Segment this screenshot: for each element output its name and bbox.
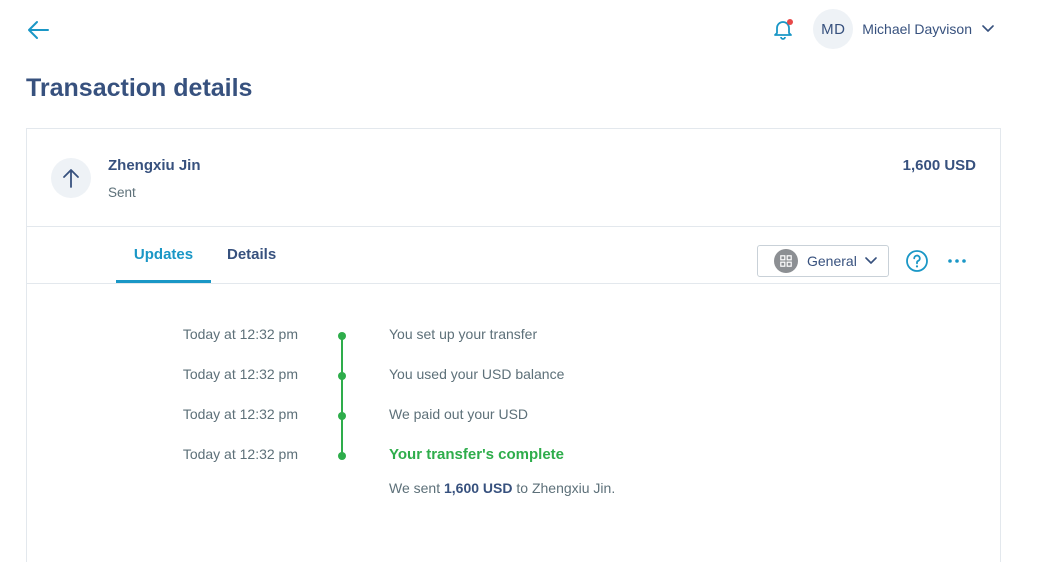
timeline-time: Today at 12:32 pm <box>182 406 298 422</box>
user-name: Michael Dayvison <box>862 21 972 37</box>
header-actions: MD Michael Dayvison <box>769 9 994 49</box>
timeline-text: You used your USD balance <box>389 366 565 382</box>
help-button[interactable] <box>905 249 929 273</box>
timeline-text: We paid out your USD <box>389 406 529 422</box>
sent-direction-icon <box>51 158 91 198</box>
more-dots-icon <box>948 259 966 263</box>
timeline-dot <box>338 412 346 420</box>
chevron-down-icon <box>865 257 877 265</box>
timeline-time: Today at 12:32 pm <box>182 366 298 382</box>
timeline-item: Today at 12:32 pm You set up your transf… <box>27 326 1000 350</box>
tab-bar: Updates Details General <box>27 227 1000 284</box>
question-circle-icon <box>906 250 928 272</box>
tab-updates[interactable]: Updates <box>116 227 211 283</box>
timeline-text: You set up your transfer <box>389 326 538 342</box>
arrow-up-icon <box>63 169 79 188</box>
transaction-card: Zhengxiu Jin Sent 1,600 USD Updates Deta… <box>26 128 1001 562</box>
transaction-status: Sent <box>108 185 136 200</box>
category-select[interactable]: General <box>757 245 889 277</box>
timeline-time: Today at 12:32 pm <box>182 326 298 342</box>
chevron-down-icon <box>982 25 994 33</box>
timeline-item: Today at 12:32 pm You used your USD bala… <box>27 366 1000 390</box>
completion-note: We sent 1,600 USD to Zhengxiu Jin. <box>389 480 615 496</box>
notifications-button[interactable] <box>769 15 797 43</box>
completion-note-amount: 1,600 USD <box>444 480 513 496</box>
category-label: General <box>807 253 857 269</box>
transaction-summary: Zhengxiu Jin Sent 1,600 USD <box>27 129 1000 227</box>
grid-icon <box>774 249 798 273</box>
timeline-dot <box>338 452 346 460</box>
transaction-details-page: MD Michael Dayvison Transaction details … <box>0 0 1038 562</box>
more-options-button[interactable] <box>945 251 969 271</box>
timeline-item: Today at 12:32 pm We paid out your USD <box>27 406 1000 430</box>
avatar: MD <box>813 9 854 49</box>
completion-note-prefix: We sent <box>389 480 441 496</box>
timeline-dot <box>338 332 346 340</box>
user-menu[interactable]: MD Michael Dayvison <box>813 9 994 49</box>
timeline-item-complete: Today at 12:32 pm Your transfer's comple… <box>27 446 1000 470</box>
completion-note-recipient: Zhengxiu Jin. <box>531 480 616 496</box>
arrow-left-icon <box>28 21 49 39</box>
recipient-name: Zhengxiu Jin <box>108 157 201 174</box>
updates-timeline: Today at 12:32 pm You set up your transf… <box>27 284 1000 562</box>
timeline-time: Today at 12:32 pm <box>182 446 298 462</box>
timeline-text-complete: Your transfer's complete <box>389 446 565 463</box>
timeline-dot <box>338 372 346 380</box>
tab-details[interactable]: Details <box>227 227 276 283</box>
completion-note-middle: to <box>516 480 529 496</box>
page-title: Transaction details <box>26 74 253 102</box>
timeline-line <box>341 334 343 456</box>
back-button[interactable] <box>24 16 52 44</box>
transaction-amount: 1,600 USD <box>902 157 976 174</box>
